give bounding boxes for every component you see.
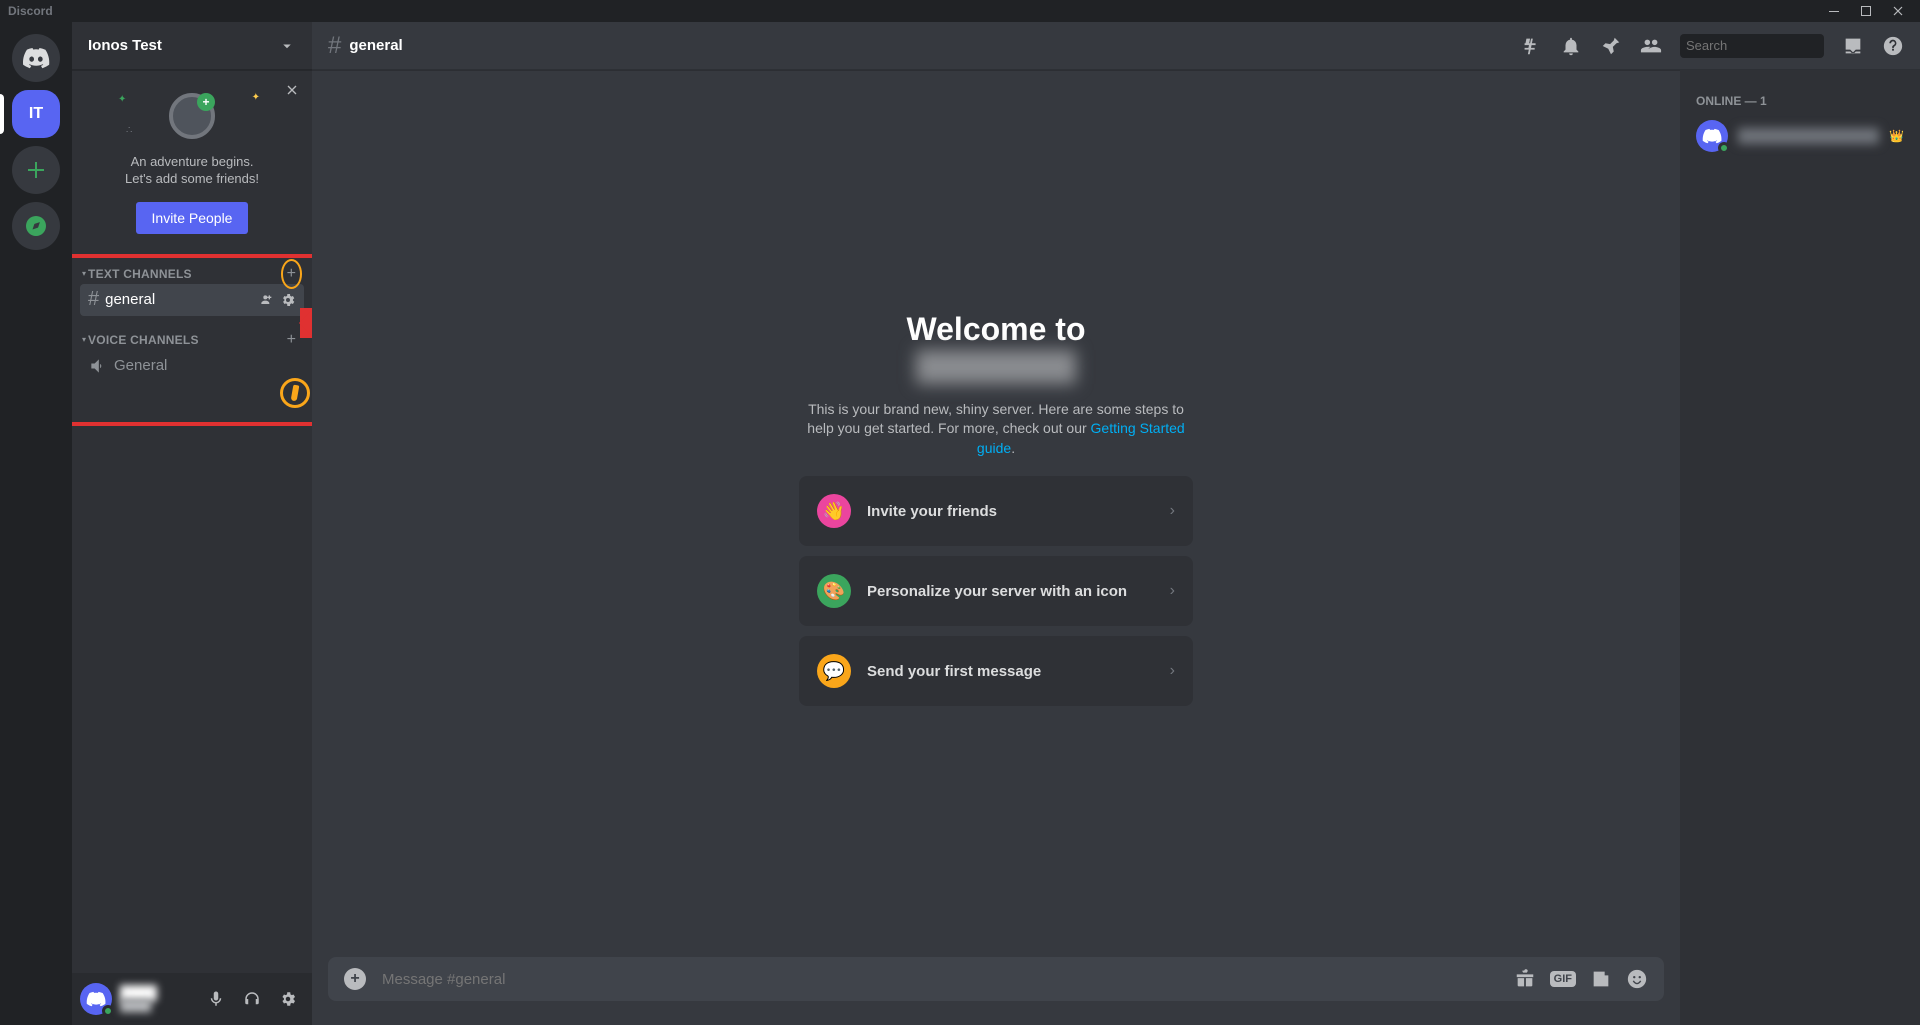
user-avatar[interactable]: [80, 983, 112, 1015]
invite-card: ✦ ✦ ∴ + An adventure begins. Let's add s…: [72, 70, 312, 250]
window-close-button[interactable]: [1884, 1, 1912, 21]
members-online-header: ONLINE — 1: [1688, 86, 1912, 116]
add-channel-button[interactable]: +: [287, 331, 296, 349]
window-maximize-button[interactable]: [1852, 1, 1880, 21]
bell-icon[interactable]: [1560, 35, 1582, 57]
welcome-server-name: [916, 350, 1076, 384]
settings-button[interactable]: [272, 983, 304, 1015]
channel-sidebar: Ionos Test ✦ ✦ ∴ + An adventure begins.: [72, 22, 312, 1025]
message-input[interactable]: [382, 971, 1498, 988]
speaker-icon: [88, 356, 108, 376]
personalize-icon: 🎨: [817, 574, 851, 608]
server-header[interactable]: Ionos Test: [72, 22, 312, 70]
search-box[interactable]: [1680, 34, 1824, 58]
status-online-icon: [102, 1005, 114, 1017]
home-button[interactable]: [12, 34, 60, 82]
annotation-indicator-icon: [280, 378, 310, 408]
window-minimize-button[interactable]: [1820, 1, 1848, 21]
member-name: [1738, 128, 1879, 144]
add-channel-button[interactable]: +: [287, 265, 296, 283]
titlebar: Discord: [0, 0, 1920, 22]
user-info[interactable]: ████ ████: [120, 986, 192, 1012]
app-brand: Discord: [8, 4, 53, 18]
chevron-right-icon: ›: [1170, 582, 1175, 600]
message-icon: 💬: [817, 654, 851, 688]
action-send-first-message[interactable]: 💬 Send your first message ›: [799, 636, 1193, 706]
member-item[interactable]: 👑: [1688, 116, 1912, 156]
content-area: # general Wel: [312, 22, 1920, 1025]
search-input[interactable]: [1686, 38, 1862, 53]
members-icon[interactable]: [1640, 35, 1662, 57]
chevron-down-icon: [278, 37, 296, 55]
hash-icon: #: [328, 32, 341, 60]
attach-button[interactable]: +: [344, 968, 366, 990]
hash-icon: #: [88, 288, 99, 311]
plus-icon: +: [197, 93, 215, 111]
invite-text: An adventure begins. Let's add some frie…: [88, 154, 296, 188]
chevron-right-icon: ›: [1170, 662, 1175, 680]
channel-label: general: [105, 291, 258, 308]
mute-button[interactable]: [200, 983, 232, 1015]
add-server-button[interactable]: [12, 146, 60, 194]
welcome-title: Welcome to: [907, 311, 1086, 348]
text-channels-category[interactable]: ▾ TEXT CHANNELS +: [80, 250, 304, 282]
server-button[interactable]: IT: [12, 90, 60, 138]
chevron-down-icon: ▾: [82, 335, 86, 344]
server-rail: IT: [0, 22, 72, 1025]
status-online-icon: [1718, 142, 1730, 154]
invite-icon[interactable]: [258, 292, 274, 308]
sticker-icon[interactable]: [1590, 968, 1612, 990]
invite-friends-icon: 👋: [817, 494, 851, 528]
invite-people-button[interactable]: Invite People: [136, 202, 249, 234]
inbox-icon[interactable]: [1842, 35, 1864, 57]
gift-icon[interactable]: [1514, 968, 1536, 990]
action-invite-friends[interactable]: 👋 Invite your friends ›: [799, 476, 1193, 546]
threads-icon[interactable]: [1520, 35, 1542, 57]
channel-header: # general: [312, 22, 1920, 70]
help-icon[interactable]: [1882, 35, 1904, 57]
channel-general[interactable]: # general: [80, 284, 304, 316]
server-name: Ionos Test: [88, 37, 278, 54]
pin-icon[interactable]: [1600, 35, 1622, 57]
members-list: ONLINE — 1 👑: [1680, 70, 1920, 1025]
avatar-placeholder-icon: +: [169, 93, 215, 139]
message-composer[interactable]: + GIF: [328, 957, 1664, 1001]
channel-title: general: [349, 37, 1520, 54]
welcome-section: Welcome to This is your brand new, shiny…: [312, 70, 1680, 957]
channel-list: ▾ TEXT CHANNELS + # general ▾ VOICE CHAN…: [72, 250, 312, 973]
channel-label: General: [114, 357, 296, 374]
voice-channel-general[interactable]: General: [80, 350, 304, 382]
chevron-right-icon: ›: [1170, 502, 1175, 520]
emoji-icon[interactable]: [1626, 968, 1648, 990]
gif-button[interactable]: GIF: [1550, 971, 1576, 987]
deafen-button[interactable]: [236, 983, 268, 1015]
voice-channels-category[interactable]: ▾ VOICE CHANNELS +: [80, 316, 304, 348]
explore-servers-button[interactable]: [12, 202, 60, 250]
member-avatar: [1696, 120, 1728, 152]
action-personalize-server[interactable]: 🎨 Personalize your server with an icon ›: [799, 556, 1193, 626]
welcome-subtitle: This is your brand new, shiny server. He…: [796, 400, 1196, 459]
crown-icon: 👑: [1889, 129, 1904, 143]
user-panel: ████ ████: [72, 973, 312, 1025]
invite-illustration: ✦ ✦ ∴ +: [88, 86, 296, 146]
gear-icon[interactable]: [280, 292, 296, 308]
chevron-down-icon: ▾: [82, 269, 86, 278]
server-selection-indicator: [0, 94, 4, 134]
